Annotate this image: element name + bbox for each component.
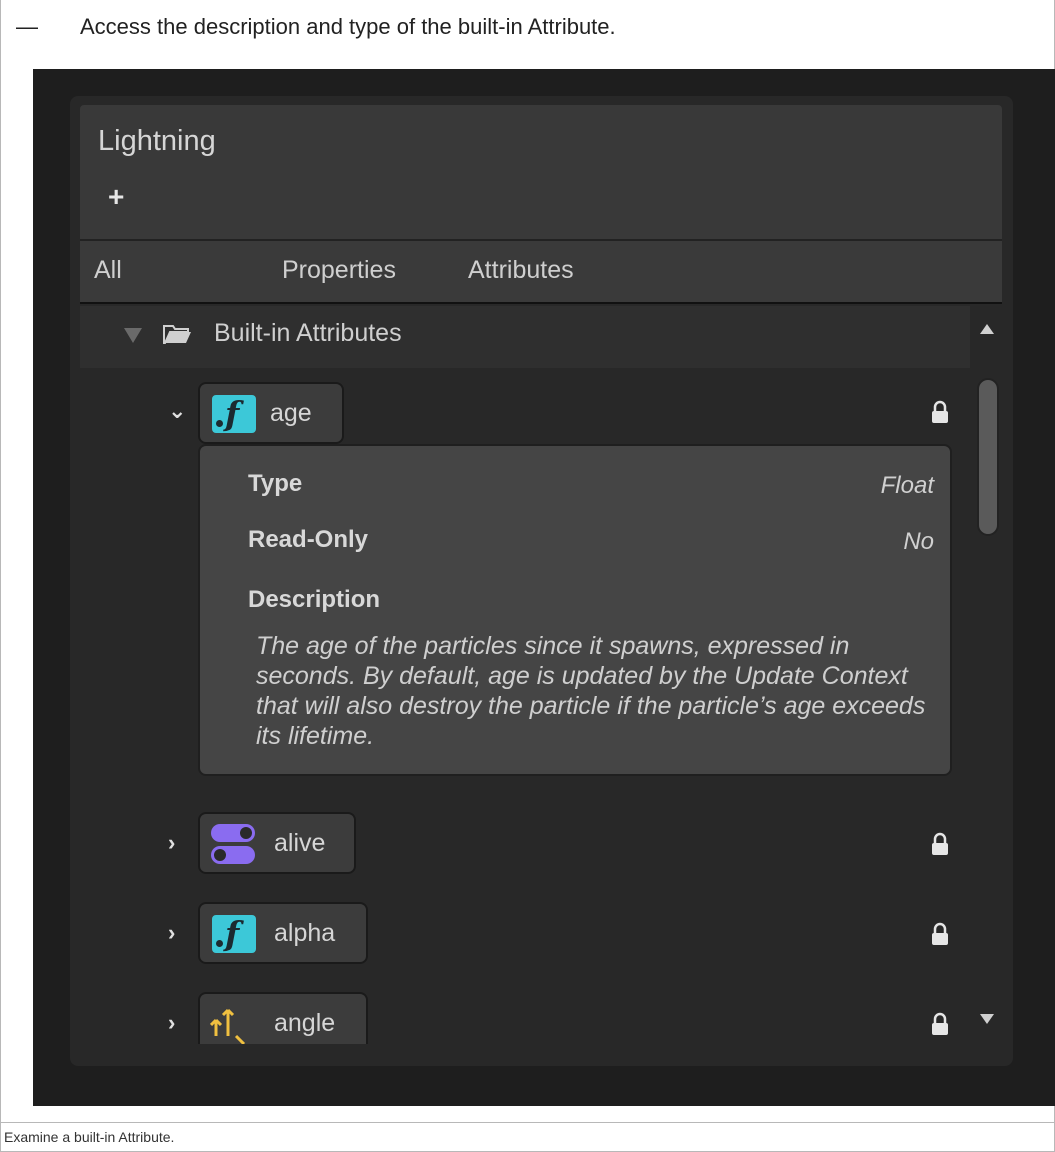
attribute-pill-age[interactable]: f age xyxy=(198,382,344,444)
attribute-name: age xyxy=(270,399,312,427)
readonly-label: Read-Only xyxy=(248,526,369,553)
description-label: Description xyxy=(248,586,381,613)
description-text: The age of the particles since it spawns… xyxy=(256,632,926,750)
tab-all[interactable]: All xyxy=(94,256,122,285)
attribute-row-alive: › alive xyxy=(80,812,970,876)
intro-line: — Access the description and type of the… xyxy=(0,0,1055,58)
panel-header: Lightning + xyxy=(80,105,1002,239)
caption-text: Examine a built-in Attribute. xyxy=(4,1129,175,1145)
open-folder-icon xyxy=(163,325,191,344)
attribute-pill-alive[interactable]: alive xyxy=(198,812,356,874)
tab-attributes[interactable]: Attributes xyxy=(468,256,574,285)
lock-icon xyxy=(932,832,948,855)
lock-icon xyxy=(932,922,948,945)
attribute-name: angle xyxy=(274,1009,336,1037)
attribute-row-alpha: › f alpha xyxy=(80,902,970,966)
scroll-down-icon[interactable] xyxy=(980,1014,994,1024)
chevron-down-icon[interactable]: ⌄ xyxy=(168,398,186,424)
type-value: Float xyxy=(880,472,934,499)
vertical-scrollbar[interactable] xyxy=(972,306,1002,1044)
chevron-right-icon[interactable]: › xyxy=(168,1010,175,1036)
scroll-up-icon[interactable] xyxy=(980,324,994,334)
bullet-dash: — xyxy=(16,14,38,39)
vector3-icon xyxy=(210,1008,246,1044)
lock-icon xyxy=(932,400,948,423)
triangle-down-icon[interactable] xyxy=(124,328,142,343)
blackboard-panel: Lightning + All Properties Attributes Bu… xyxy=(70,96,1013,1066)
chevron-right-icon[interactable]: › xyxy=(168,920,175,946)
editor-screenshot: Lightning + All Properties Attributes Bu… xyxy=(33,69,1055,1106)
float-icon: f xyxy=(212,914,256,953)
tab-properties[interactable]: Properties xyxy=(282,256,396,285)
attribute-row-angle: › angle xyxy=(80,992,970,1044)
group-label: Built-in Attributes xyxy=(214,319,402,347)
chevron-right-icon[interactable]: › xyxy=(168,830,175,856)
lock-icon xyxy=(932,1012,948,1035)
readonly-value: No xyxy=(903,528,934,555)
attribute-list: Built-in Attributes ⌄ f age Type Float R… xyxy=(80,306,970,1044)
float-icon: f xyxy=(212,394,256,433)
attribute-row-age: ⌄ f age xyxy=(80,382,970,446)
attribute-name: alive xyxy=(274,829,326,857)
type-label: Type xyxy=(248,470,303,497)
filter-tabs: All Properties Attributes xyxy=(80,239,1002,304)
attribute-name: alpha xyxy=(274,919,336,947)
attribute-pill-angle[interactable]: angle xyxy=(198,992,368,1044)
attribute-details-card: Type Float Read-Only No Description The … xyxy=(198,444,952,776)
builtin-attributes-group[interactable]: Built-in Attributes xyxy=(80,306,970,368)
panel-title: Lightning xyxy=(98,125,216,157)
scroll-thumb[interactable] xyxy=(977,378,999,536)
add-button[interactable]: + xyxy=(108,183,124,211)
bool-toggle-icon xyxy=(211,824,255,864)
figure-caption: Examine a built-in Attribute. xyxy=(0,1122,1055,1152)
intro-text: Access the description and type of the b… xyxy=(80,14,616,39)
attribute-pill-alpha[interactable]: f alpha xyxy=(198,902,368,964)
